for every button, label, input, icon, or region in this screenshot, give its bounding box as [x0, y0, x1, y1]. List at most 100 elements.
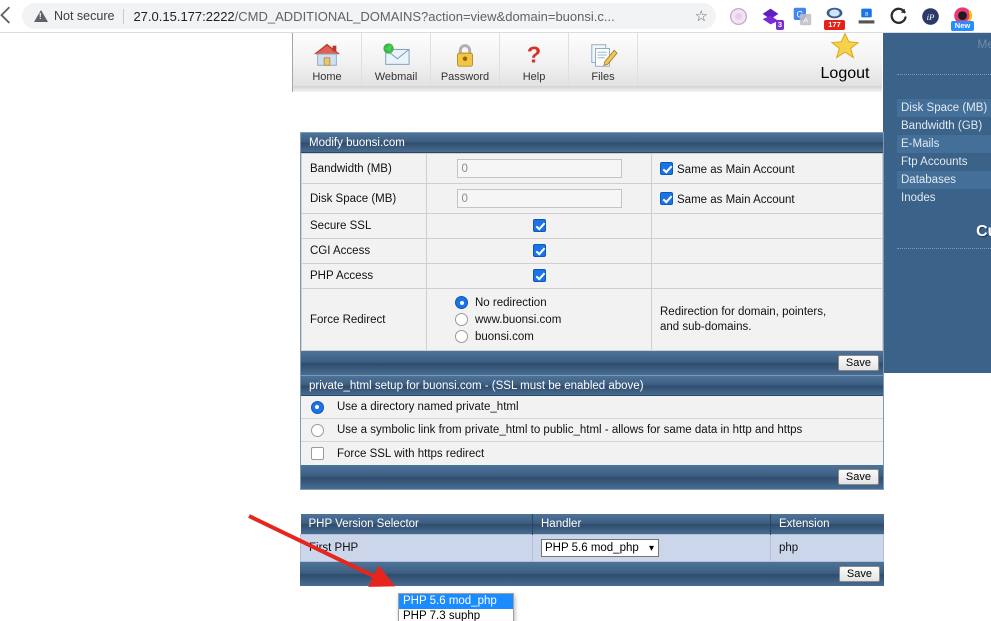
private-html-directory-radio[interactable] [310, 400, 324, 414]
browser-chrome: Not secure 27.0.15.177:2222/CMD_ADDITION… [0, 0, 991, 32]
screen-capture-icon[interactable]: New [951, 5, 974, 31]
secure-ssl-cell [426, 213, 652, 239]
account-table-header: Used Max [897, 83, 991, 99]
house-icon [312, 38, 342, 69]
radio-bare-domain[interactable]: buonsi.com [455, 328, 643, 345]
col-php-version-selector: PHP Version Selector [300, 514, 533, 535]
page-left-gutter [0, 33, 137, 621]
radio-bare-domain-button[interactable] [455, 330, 468, 343]
url-path: /CMD_ADDITIONAL_DOMAINS?action=view&doma… [234, 8, 615, 24]
svg-text:a: a [865, 10, 869, 17]
row-label: Databases [897, 171, 991, 189]
secure-ssl-checkbox[interactable] [532, 219, 546, 232]
private-html-option-force-ssl[interactable]: Force SSL with https redirect [301, 442, 883, 465]
force-ssl-checkbox[interactable] [310, 447, 324, 460]
message-system-label: Message System [977, 37, 991, 51]
diskspace-input[interactable] [456, 189, 622, 208]
bandwidth-label: Bandwidth (MB) [301, 153, 427, 184]
dropdown-option-php56[interactable]: PHP 5.6 mod_php [399, 594, 513, 609]
omnibox-divider [123, 8, 125, 24]
address-bar[interactable]: Not secure 27.0.15.177:2222/CMD_ADDITION… [22, 3, 716, 29]
row-label: Disk Space (MB) [897, 99, 991, 117]
php-handler-select[interactable]: PHP 5.6 mod_php ▾ [541, 539, 659, 557]
google-translate-icon[interactable]: GA [792, 6, 813, 27]
cgi-access-checkbox[interactable] [532, 244, 546, 257]
table-row-bandwidth: Bandwidth (MB) Same as Main Account [301, 153, 883, 184]
radio-www-domain[interactable]: www.buonsi.com [455, 311, 643, 328]
table-row-php-access: PHP Access [301, 263, 883, 289]
php-handler-cell: PHP 5.6 mod_php ▾ [532, 534, 771, 562]
security-status-label: Not secure [54, 9, 115, 23]
bookmark-star-icon[interactable]: ☆ [695, 7, 708, 25]
bandwidth-same-as-main-checkbox[interactable] [660, 161, 673, 175]
php-access-cell [426, 263, 652, 289]
php-version-panel: PHP Version Selector Handler Extension F… [300, 514, 884, 586]
modify-domain-panel: Modify buonsi.com Bandwidth (MB) Same as… [300, 132, 884, 376]
php-panel-footer: Save [300, 562, 884, 586]
ad-block-icon[interactable]: 177 [824, 6, 845, 30]
modify-panel-footer: Save [301, 351, 883, 375]
toolbar-item-webmail[interactable]: Webmail [362, 33, 431, 86]
save-button-modify[interactable]: Save [837, 355, 879, 371]
content-frame: Home Webmail Password ? Help Files Logou… [137, 33, 991, 621]
svg-text:A: A [803, 17, 808, 24]
secure-ssl-label: Secure SSL [301, 213, 427, 239]
toolbar-label-home: Home [312, 71, 342, 83]
table-row-force-redirect: Force Redirect No redirection www.buonsi… [301, 288, 883, 351]
evernote-icon[interactable]: 3 [760, 6, 784, 30]
private-html-symlink-radio-wrap [301, 423, 333, 437]
diskspace-same-cell: Same as Main Account [651, 183, 883, 214]
modify-domain-table: Bandwidth (MB) Same as Main Account Disk… [301, 153, 883, 351]
message-system[interactable]: Message System 1 [883, 33, 991, 55]
table-row: Inodes 12578 unlimited [897, 189, 991, 207]
radio-no-redirection[interactable]: No redirection [455, 294, 643, 311]
row-label: E-Mails [897, 135, 991, 153]
php-access-label: PHP Access [301, 263, 427, 289]
account-sidebar: Message System 1 Your Account Used Max D… [883, 33, 991, 373]
radio-www-domain-button[interactable] [455, 313, 468, 326]
toolbar-item-home[interactable]: Home [293, 33, 362, 86]
privacy-badger-icon[interactable] [728, 6, 749, 27]
save-button-private-html[interactable]: Save [837, 469, 879, 485]
refresh-extension-icon[interactable] [888, 6, 909, 27]
php-version-label: First PHP [300, 534, 533, 562]
table-row-diskspace: Disk Space (MB) Same as Main Account [301, 183, 883, 214]
php-access-checkbox[interactable] [532, 269, 546, 282]
table-row-cgi-access: CGI Access [301, 238, 883, 264]
toolbar-item-help[interactable]: ? Help [500, 33, 569, 86]
diskspace-same-label: Same as Main Account [677, 193, 795, 206]
row-label: Ftp Accounts [901, 156, 968, 168]
toolbar-label-logout: Logout [820, 65, 870, 82]
private-html-panel-footer: Save [301, 465, 883, 489]
private-html-directory-label: Use a directory named private_html [337, 401, 519, 413]
svg-text:?: ? [527, 41, 541, 67]
private-html-directory-radio-wrap [301, 400, 333, 414]
diskspace-cell [426, 183, 652, 214]
toolbar-item-password[interactable]: Password [431, 33, 500, 86]
url-host: 27.0.15.177:2222 [133, 8, 235, 24]
table-row-first-php: First PHP PHP 5.6 mod_php ▾ php [300, 534, 884, 562]
bandwidth-input[interactable] [456, 159, 622, 178]
toolbar-item-files[interactable]: Files [569, 33, 638, 86]
url-text[interactable]: 27.0.15.177:2222/CMD_ADDITIONAL_DOMAINS?… [133, 9, 688, 24]
current-domain-heading: Current Domain [976, 223, 991, 240]
private-html-option-symlink[interactable]: Use a symbolic link from private_html to… [301, 419, 883, 442]
security-status[interactable]: Not secure [34, 9, 114, 23]
save-button-php[interactable]: Save [838, 566, 880, 582]
ad-block-badge: 177 [824, 19, 845, 30]
toolbar-label-webmail: Webmail [374, 71, 418, 83]
diskspace-same-as-main-checkbox[interactable] [660, 191, 673, 205]
browser-back-partial-icon[interactable] [0, 5, 18, 27]
table-row: Bandwidth (GB) 0.1717 unlimited [897, 117, 991, 135]
radio-no-redirection-button[interactable] [455, 296, 468, 309]
toolbar-label-files: Files [591, 71, 615, 83]
php-handler-dropdown-list[interactable]: PHP 5.6 mod_php PHP 7.3 suphp [398, 593, 514, 621]
private-html-option-directory[interactable]: Use a directory named private_html [301, 396, 883, 419]
measure-tool-icon[interactable]: a [856, 6, 877, 27]
private-html-symlink-radio[interactable] [310, 423, 324, 437]
toolbar-item-logout[interactable]: Logout [808, 33, 882, 86]
ip-lookup-icon[interactable]: iP [920, 6, 941, 27]
documents-pencil-icon [588, 38, 618, 69]
force-redirect-note: Redirection for domain, pointers, and su… [651, 288, 883, 351]
dropdown-option-php73[interactable]: PHP 7.3 suphp [399, 609, 513, 621]
